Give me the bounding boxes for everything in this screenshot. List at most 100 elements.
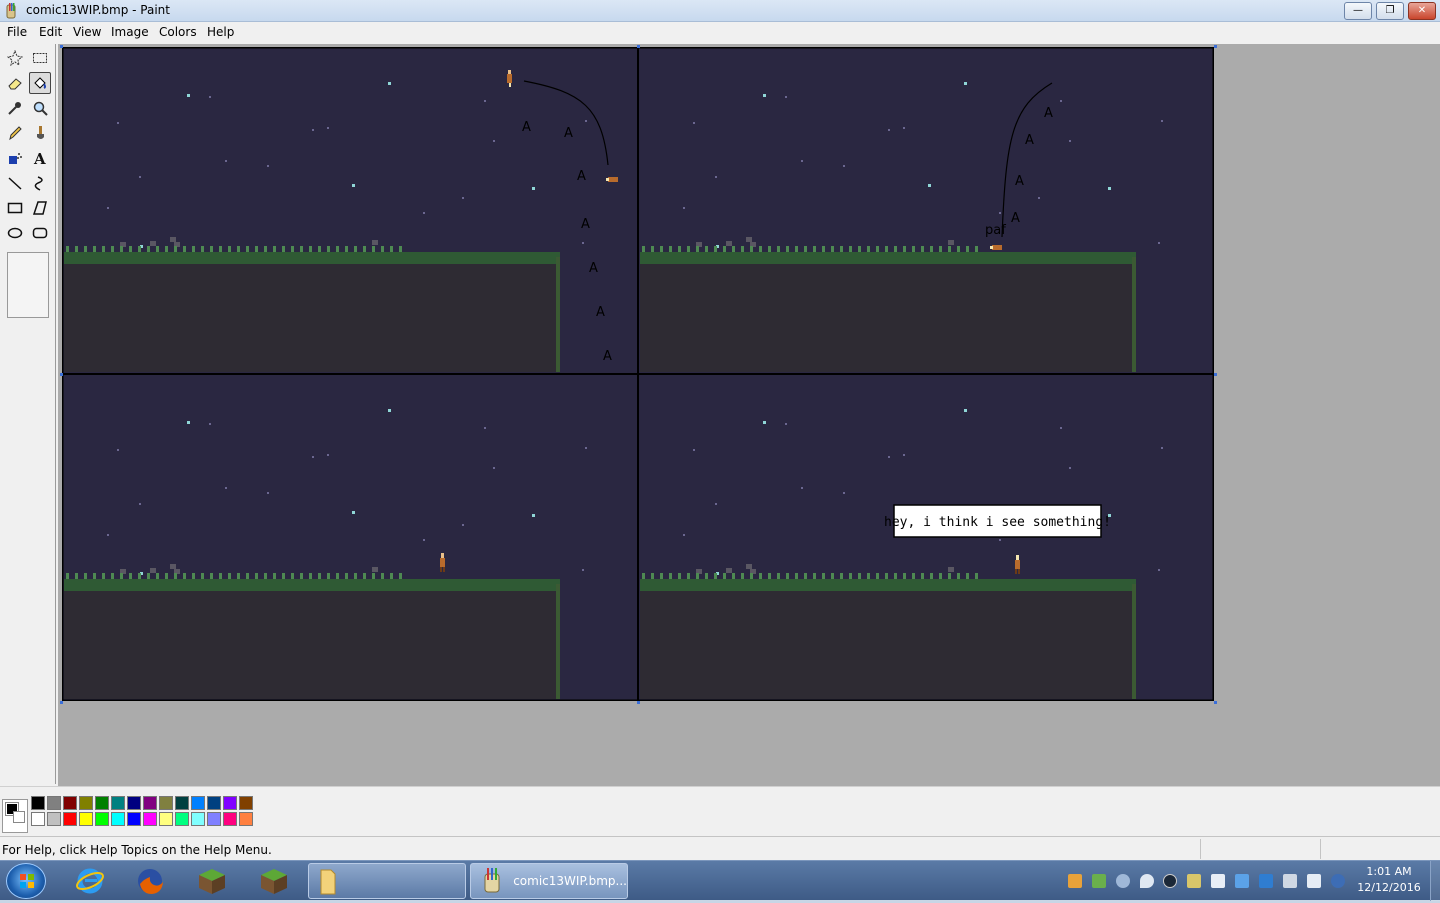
current-colors[interactable] bbox=[2, 799, 28, 833]
color-swatch[interactable] bbox=[63, 796, 77, 810]
color-swatch[interactable] bbox=[207, 812, 221, 826]
status-divider bbox=[1320, 839, 1321, 859]
color-swatch[interactable] bbox=[95, 812, 109, 826]
taskbar-firefox[interactable] bbox=[130, 863, 170, 899]
color-swatch[interactable] bbox=[239, 796, 253, 810]
grass-tuft bbox=[246, 246, 249, 252]
grass-tuft bbox=[354, 573, 357, 579]
color-swatch[interactable] bbox=[47, 796, 61, 810]
grass-tuft bbox=[858, 246, 861, 252]
polygon-tool[interactable] bbox=[29, 197, 51, 219]
tray-skype-icon[interactable] bbox=[1259, 874, 1273, 888]
grass-tuft bbox=[786, 573, 789, 579]
color-swatch[interactable] bbox=[143, 812, 157, 826]
taskbar-ie[interactable] bbox=[70, 863, 110, 899]
fill-tool[interactable] bbox=[29, 72, 51, 94]
color-swatch[interactable] bbox=[111, 796, 125, 810]
star bbox=[327, 454, 329, 456]
tray-security-icon[interactable] bbox=[1092, 874, 1106, 888]
taskbar-minecraft-2[interactable] bbox=[254, 863, 294, 899]
color-swatch[interactable] bbox=[239, 812, 253, 826]
resize-handle[interactable] bbox=[637, 45, 640, 48]
pencil-tool[interactable] bbox=[4, 122, 26, 144]
taskbar-minecraft-1[interactable] bbox=[192, 863, 232, 899]
rounded-rectangle-tool[interactable] bbox=[29, 222, 51, 244]
menu-colors[interactable]: Colors bbox=[159, 25, 197, 39]
tray-volume-icon[interactable] bbox=[1307, 874, 1321, 888]
curve-tool[interactable] bbox=[29, 172, 51, 194]
resize-handle[interactable] bbox=[60, 373, 63, 376]
tool-options-box[interactable] bbox=[7, 252, 49, 318]
color-swatch[interactable] bbox=[31, 796, 45, 810]
drawing-canvas[interactable]: A A A A A A A A A A A paf hey, i think i… bbox=[61, 46, 1215, 702]
eraser-tool[interactable] bbox=[4, 72, 26, 94]
color-swatch[interactable] bbox=[159, 796, 173, 810]
tray-steam-icon[interactable] bbox=[1163, 874, 1177, 888]
start-button[interactable] bbox=[6, 863, 46, 899]
pick-color-tool[interactable] bbox=[4, 97, 26, 119]
menu-help[interactable]: Help bbox=[207, 25, 234, 39]
taskbar-explorer[interactable] bbox=[308, 863, 466, 899]
brush-tool[interactable] bbox=[29, 122, 51, 144]
grass-tuft bbox=[138, 573, 141, 579]
resize-handle[interactable] bbox=[1214, 45, 1217, 48]
menu-view[interactable]: View bbox=[73, 25, 101, 39]
maximize-button[interactable]: ❐ bbox=[1376, 2, 1404, 20]
rectangle-tool[interactable] bbox=[4, 197, 26, 219]
color-swatch[interactable] bbox=[127, 796, 141, 810]
resize-handle[interactable] bbox=[1214, 373, 1217, 376]
tray-paint-icon[interactable] bbox=[1187, 874, 1201, 888]
color-swatch[interactable] bbox=[95, 796, 109, 810]
menu-edit[interactable]: Edit bbox=[39, 25, 62, 39]
tray-network-icon[interactable] bbox=[1116, 874, 1130, 888]
grass-tuft bbox=[795, 246, 798, 252]
color-swatch[interactable] bbox=[31, 812, 45, 826]
color-swatch[interactable] bbox=[223, 796, 237, 810]
color-swatch[interactable] bbox=[175, 812, 189, 826]
resize-handle[interactable] bbox=[1214, 701, 1217, 704]
tray-bluetooth-icon[interactable] bbox=[1331, 874, 1345, 888]
menu-file[interactable]: File bbox=[7, 25, 27, 39]
line-tool[interactable] bbox=[4, 172, 26, 194]
tray-flag-icon[interactable] bbox=[1211, 874, 1225, 888]
airbrush-tool[interactable] bbox=[4, 147, 26, 169]
resize-handle[interactable] bbox=[637, 701, 640, 704]
footprint: A bbox=[564, 126, 573, 141]
select-tool[interactable] bbox=[29, 47, 51, 69]
minimize-button[interactable]: — bbox=[1344, 2, 1372, 20]
color-swatch[interactable] bbox=[79, 812, 93, 826]
magnifier-tool[interactable] bbox=[29, 97, 51, 119]
color-swatch[interactable] bbox=[223, 812, 237, 826]
tray-windows-icon[interactable] bbox=[1235, 874, 1249, 888]
menu-image[interactable]: Image bbox=[111, 25, 149, 39]
color-swatch[interactable] bbox=[191, 812, 205, 826]
title-bar[interactable]: comic13WIP.bmp - Paint — ❐ ✕ bbox=[0, 0, 1440, 22]
tray-drop-icon[interactable] bbox=[1140, 874, 1154, 888]
rock bbox=[372, 567, 378, 572]
free-form-select-tool[interactable] bbox=[4, 47, 26, 69]
color-swatch[interactable] bbox=[111, 812, 125, 826]
color-swatch[interactable] bbox=[47, 812, 61, 826]
tray-monitor-icon[interactable] bbox=[1283, 874, 1297, 888]
show-desktop-button[interactable] bbox=[1430, 861, 1440, 901]
grass-tuft bbox=[66, 573, 69, 579]
color-swatch[interactable] bbox=[175, 796, 189, 810]
color-swatch[interactable] bbox=[207, 796, 221, 810]
star bbox=[1069, 467, 1071, 469]
color-swatch[interactable] bbox=[127, 812, 141, 826]
text-tool[interactable]: A bbox=[29, 147, 51, 169]
color-swatch[interactable] bbox=[191, 796, 205, 810]
tray-app-icon[interactable] bbox=[1068, 874, 1082, 888]
system-clock[interactable]: 1:01 AM 12/12/2016 bbox=[1354, 864, 1424, 896]
resize-handle[interactable] bbox=[60, 45, 63, 48]
color-swatch[interactable] bbox=[143, 796, 157, 810]
ellipse-tool[interactable] bbox=[4, 222, 26, 244]
grass-tuft bbox=[714, 573, 717, 579]
color-swatch[interactable] bbox=[79, 796, 93, 810]
resize-handle[interactable] bbox=[60, 701, 63, 704]
close-button[interactable]: ✕ bbox=[1408, 2, 1436, 20]
color-swatch[interactable] bbox=[159, 812, 173, 826]
taskbar-paint[interactable]: comic13WIP.bmp... bbox=[470, 863, 628, 899]
polygon-icon bbox=[32, 201, 47, 215]
color-swatch[interactable] bbox=[63, 812, 77, 826]
